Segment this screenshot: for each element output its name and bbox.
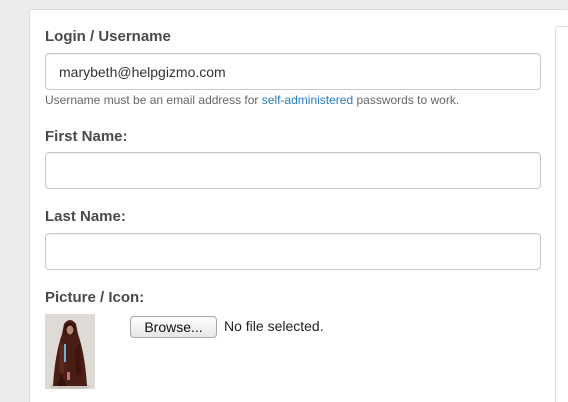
last-name-label: Last Name: [45,208,126,225]
self-administered-link[interactable]: self-administered [262,93,353,107]
last-name-input[interactable] [45,233,541,270]
username-help-text: Username must be an email address for se… [45,93,459,107]
first-name-label: First Name: [45,128,128,145]
file-status-text: No file selected. [224,318,324,334]
login-username-label: Login / Username [45,28,171,45]
picture-icon-label: Picture / Icon: [45,289,145,306]
help-text-start: Username must be an email address for [45,93,262,107]
page: Login / Username Username must be an ema… [0,0,568,402]
side-panel [555,26,568,402]
help-text-end: passwords to work. [353,93,460,107]
first-name-input[interactable] [45,152,541,189]
browse-button[interactable]: Browse... [130,316,217,338]
robed-figure-image [45,314,95,389]
avatar-thumbnail [45,314,95,389]
login-username-input[interactable] [45,53,541,90]
